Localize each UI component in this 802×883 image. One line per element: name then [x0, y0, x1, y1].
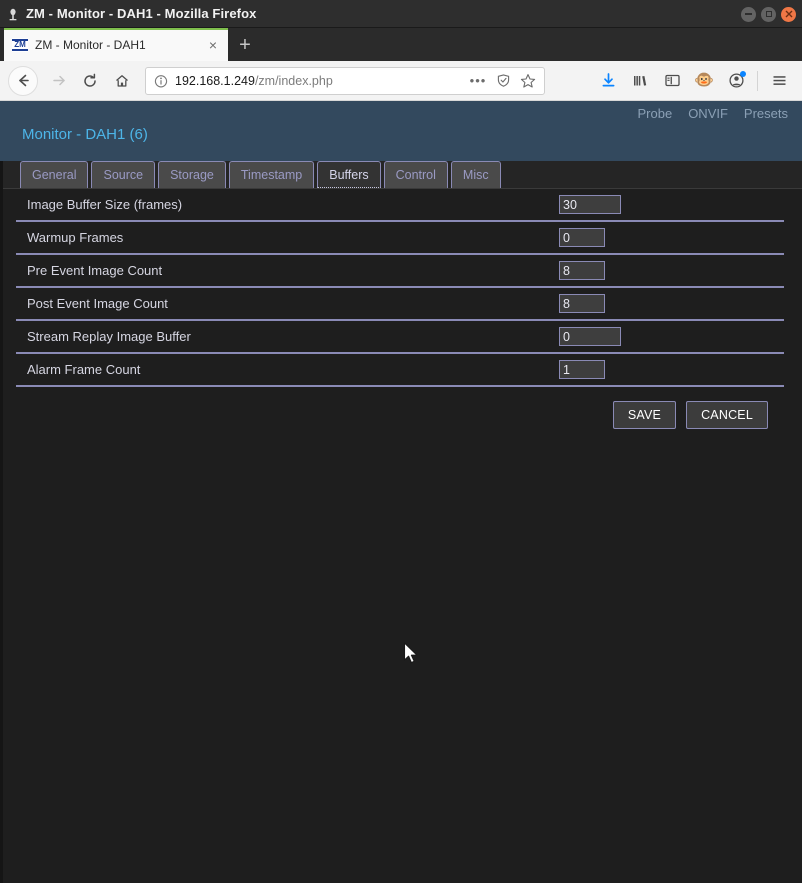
form-actions: SAVE CANCEL	[16, 387, 784, 429]
window-title: ZM - Monitor - DAH1 - Mozilla Firefox	[26, 6, 257, 21]
monkey-avatar-icon[interactable]: 🐵	[689, 66, 719, 96]
info-icon[interactable]	[154, 74, 168, 88]
library-icon[interactable]	[625, 66, 655, 96]
label-image-buffer-size: Image Buffer Size (frames)	[27, 197, 183, 212]
label-warmup-frames: Warmup Frames	[27, 230, 124, 245]
input-post-event-image-count[interactable]	[559, 294, 605, 313]
url-text[interactable]: 192.168.1.249/zm/index.php	[175, 74, 462, 88]
label-alarm-frame-count: Alarm Frame Count	[27, 362, 141, 377]
window-titlebar: ZM - Monitor - DAH1 - Mozilla Firefox	[0, 0, 802, 28]
link-presets[interactable]: Presets	[744, 106, 788, 121]
browser-tab-title: ZM - Monitor - DAH1	[35, 37, 146, 52]
input-alarm-frame-count[interactable]	[559, 360, 605, 379]
tab-timestamp[interactable]: Timestamp	[228, 161, 315, 188]
input-stream-replay-image-buffer[interactable]	[559, 327, 621, 346]
monkey-glyph: 🐵	[694, 71, 714, 89]
tab-storage[interactable]: Storage	[158, 161, 226, 188]
account-badge-icon	[740, 70, 746, 77]
minimize-button[interactable]	[741, 6, 756, 22]
form-row-image-buffer-size: Image Buffer Size (frames)	[16, 189, 784, 222]
mouse-pointer	[403, 642, 420, 671]
cancel-button[interactable]: CANCEL	[686, 401, 768, 429]
page-left-edge	[0, 101, 3, 883]
tab-misc[interactable]: Misc	[450, 161, 501, 188]
label-pre-event-image-count: Pre Event Image Count	[27, 263, 163, 278]
zm-tabbar: General Source Storage Timestamp Buffers…	[0, 161, 802, 189]
label-stream-replay-image-buffer: Stream Replay Image Buffer	[27, 329, 191, 344]
link-onvif[interactable]: ONVIF	[688, 106, 728, 121]
page-actions-icon[interactable]: •••	[469, 73, 487, 88]
label-post-event-image-count: Post Event Image Count	[27, 296, 168, 311]
maximize-button[interactable]	[761, 6, 776, 22]
downloads-icon[interactable]	[593, 66, 623, 96]
home-button[interactable]	[107, 66, 137, 96]
browser-toolbar-icons: 🐵	[593, 66, 794, 96]
zm-header-links: Probe ONVIF Presets	[637, 106, 788, 121]
window-controls	[741, 0, 796, 28]
input-image-buffer-size[interactable]	[559, 195, 621, 214]
url-bar[interactable]: 192.168.1.249/zm/index.php •••	[145, 66, 545, 95]
form-row-stream-replay-image-buffer: Stream Replay Image Buffer	[16, 321, 784, 354]
close-tab-icon[interactable]: ×	[204, 38, 222, 52]
tab-source[interactable]: Source	[91, 161, 156, 188]
form-row-alarm-frame-count: Alarm Frame Count	[16, 354, 784, 387]
favicon-label: ZM	[14, 39, 26, 49]
forward-button[interactable]	[43, 66, 73, 96]
firefox-icon	[0, 0, 26, 28]
page-title: Monitor - DAH1 (6)	[22, 126, 148, 143]
zm-favicon-icon: ZM	[12, 37, 28, 52]
close-button[interactable]	[781, 6, 796, 22]
input-pre-event-image-count[interactable]	[559, 261, 605, 280]
star-icon[interactable]	[519, 73, 537, 89]
new-tab-button[interactable]: +	[228, 28, 262, 61]
account-icon[interactable]	[721, 66, 751, 96]
buffers-form: Image Buffer Size (frames) Warmup Frames…	[0, 189, 802, 429]
sidebar-icon[interactable]	[657, 66, 687, 96]
url-path: /zm/index.php	[254, 73, 333, 88]
form-row-warmup-frames: Warmup Frames	[16, 222, 784, 255]
save-button[interactable]: SAVE	[612, 401, 677, 429]
page-content: Probe ONVIF Presets Monitor - DAH1 (6) G…	[0, 101, 802, 883]
back-button[interactable]	[8, 65, 38, 96]
menu-icon[interactable]	[764, 66, 794, 96]
shield-icon[interactable]	[494, 73, 512, 88]
reload-button[interactable]	[75, 66, 105, 96]
zm-header: Probe ONVIF Presets Monitor - DAH1 (6)	[0, 101, 802, 161]
form-row-pre-event-image-count: Pre Event Image Count	[16, 255, 784, 288]
tab-control[interactable]: Control	[383, 161, 448, 188]
form-row-post-event-image-count: Post Event Image Count	[16, 288, 784, 321]
url-host: 192.168.1.249	[175, 73, 255, 88]
link-probe[interactable]: Probe	[637, 106, 672, 121]
browser-tab[interactable]: ZM ZM - Monitor - DAH1 ×	[4, 28, 228, 61]
browser-tabstrip: ZM ZM - Monitor - DAH1 × +	[0, 28, 802, 61]
input-warmup-frames[interactable]	[559, 228, 605, 247]
tab-general[interactable]: General	[20, 161, 89, 188]
toolbar-divider	[757, 70, 758, 91]
tab-buffers[interactable]: Buffers	[317, 161, 381, 188]
browser-navbar: 192.168.1.249/zm/index.php ••• 🐵	[0, 61, 802, 101]
